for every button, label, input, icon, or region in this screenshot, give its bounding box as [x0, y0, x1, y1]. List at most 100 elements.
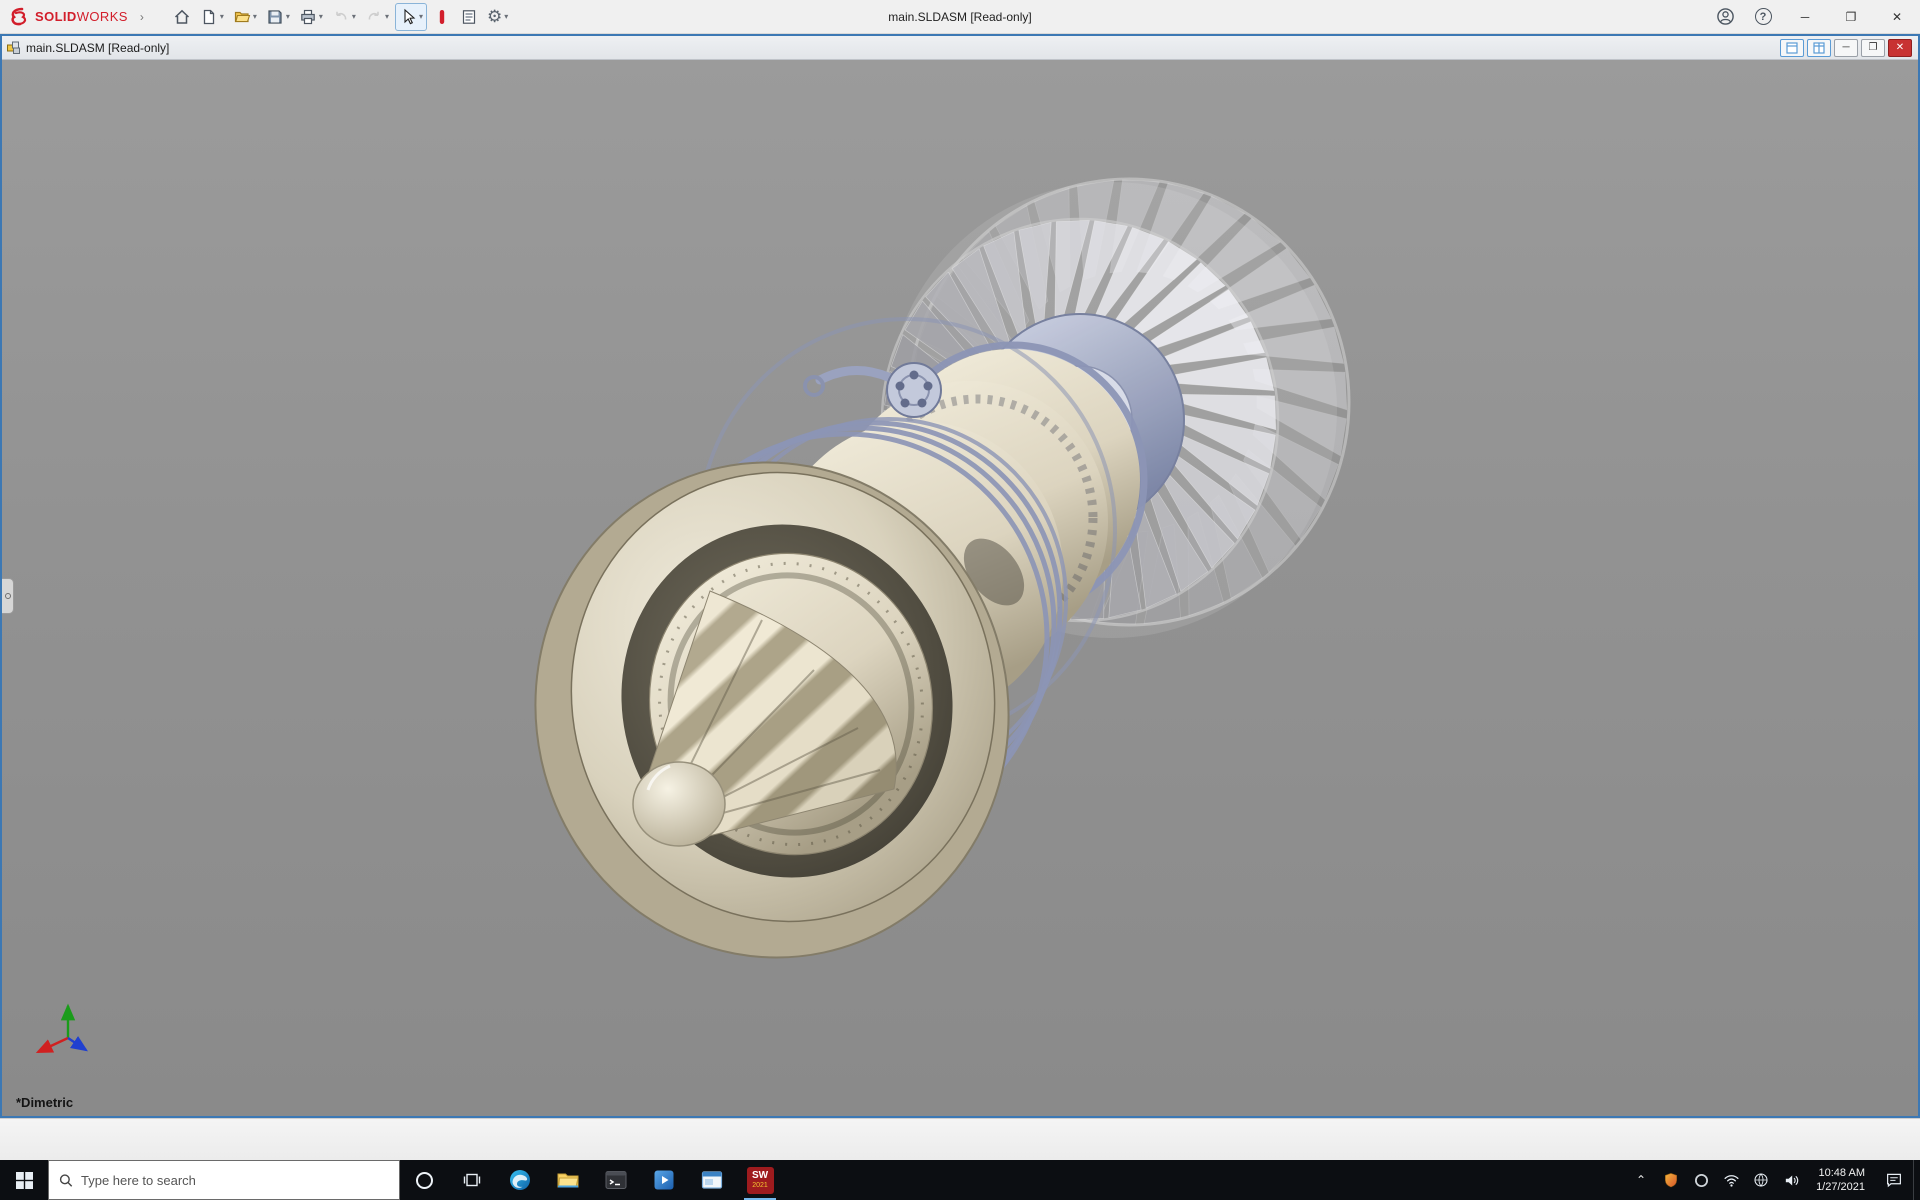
window-title: main.SLDASM [Read-only]	[888, 10, 1032, 24]
status-circle-icon	[1694, 1173, 1708, 1187]
save-button[interactable]: ▾	[263, 3, 293, 31]
featuremanager-collapsed-tab[interactable]	[2, 578, 14, 614]
action-center-button[interactable]	[1875, 1160, 1913, 1200]
windows-logo-icon	[15, 1171, 33, 1189]
undo-icon	[336, 11, 347, 20]
select-tool-button[interactable]: ▾	[394, 2, 427, 31]
cone-cap[interactable]	[632, 761, 726, 847]
featuremanager-tab-icon	[4, 593, 11, 599]
app-close-button[interactable]: ✕	[1874, 0, 1920, 33]
dropdown-caret-icon[interactable]: ▾	[504, 12, 508, 21]
clock-time: 10:48 AM	[1818, 1167, 1865, 1179]
edge-button[interactable]	[496, 1160, 544, 1200]
redo-button[interactable]: ▾	[362, 3, 392, 31]
tray-overflow-button[interactable]: ⌃	[1626, 1160, 1656, 1200]
home-button[interactable]	[170, 3, 194, 31]
window-layout-icon	[1786, 41, 1798, 54]
jet-engine-model[interactable]	[2, 60, 1918, 1116]
app-titlebar: SOLIDWORKS › ▾ ▾ ▾ ▾ ▾ ▾ ▾ ⚙ ▾ main.SLDA…	[0, 0, 1920, 34]
task-view-button[interactable]	[448, 1160, 496, 1200]
dropdown-caret-icon[interactable]: ▾	[319, 12, 323, 21]
doc-close-button[interactable]: ✕	[1888, 38, 1912, 57]
doc-restore-button[interactable]: ❐	[1861, 38, 1885, 57]
new-window-button[interactable]	[1780, 38, 1804, 57]
media-app-icon	[654, 1170, 674, 1190]
brand-solid: SOLID	[35, 9, 77, 24]
dropdown-caret-icon[interactable]: ▾	[352, 12, 356, 21]
volume-tray-button[interactable]	[1776, 1160, 1806, 1200]
select-cursor-icon	[404, 8, 416, 24]
help-glyph: ?	[1759, 10, 1767, 23]
start-button[interactable]	[0, 1160, 48, 1200]
app-restore-button[interactable]: ❐	[1828, 0, 1874, 33]
solidworks-app-icon: SW 2021	[746, 1166, 774, 1194]
solidworks-taskbar-button[interactable]: SW 2021	[736, 1160, 784, 1200]
account-button[interactable]	[1706, 0, 1744, 33]
show-desktop-button[interactable]	[1913, 1160, 1920, 1200]
chevron-up-icon: ⌃	[1636, 1173, 1647, 1187]
help-button[interactable]: ?	[1744, 0, 1782, 33]
assembly-document-icon	[7, 41, 20, 54]
orientation-triad	[35, 1003, 88, 1054]
solidworks-icon-text: SW	[751, 1170, 769, 1181]
titlebar-right-controls: ? ─ ❐ ✕	[1706, 0, 1920, 33]
undo-button[interactable]: ▾	[329, 3, 359, 31]
print-icon	[301, 9, 315, 24]
status-bar	[0, 1118, 1920, 1160]
cortana-button[interactable]	[400, 1160, 448, 1200]
threedexperience-icon	[439, 9, 445, 24]
file-properties-button[interactable]	[457, 3, 481, 31]
save-icon	[268, 9, 282, 24]
dropdown-caret-icon[interactable]: ▾	[385, 12, 389, 21]
help-icon: ?	[1754, 8, 1772, 25]
app-window-icon	[701, 1171, 723, 1189]
task-view-icon	[463, 1173, 481, 1187]
view-orientation-label: *Dimetric	[16, 1095, 74, 1110]
dropdown-caret-icon[interactable]: ▾	[286, 12, 290, 21]
settings-app-button[interactable]	[688, 1160, 736, 1200]
solidworks-version-badge: 2021	[752, 1182, 768, 1189]
menu-expand-arrow-icon[interactable]: ›	[134, 10, 150, 24]
terminal-button[interactable]	[592, 1160, 640, 1200]
dropdown-caret-icon[interactable]: ▾	[253, 12, 257, 21]
windows-taskbar: SW 2021 ⌃	[0, 1160, 1920, 1200]
document-titlebar[interactable]: main.SLDASM [Read-only] ─ ❐ ✕	[2, 36, 1918, 60]
new-document-button[interactable]: ▾	[197, 3, 227, 31]
gear-icon: ⚙	[486, 7, 503, 26]
window-tile-icon	[1813, 41, 1825, 54]
brand-works: WORKS	[76, 9, 128, 24]
app-minimize-button[interactable]: ─	[1782, 0, 1828, 33]
quick-toolbar: ▾ ▾ ▾ ▾ ▾ ▾ ▾ ⚙ ▾	[170, 0, 511, 33]
search-icon	[59, 1173, 73, 1187]
doc-minimize-button[interactable]: ─	[1834, 38, 1858, 57]
system-tray: ⌃ 10:48 AM 1/27/2021	[1626, 1160, 1920, 1200]
wifi-icon	[1724, 1174, 1739, 1187]
threedexperience-button[interactable]	[430, 3, 454, 31]
dropdown-caret-icon[interactable]: ▾	[419, 12, 423, 21]
tile-window-button[interactable]	[1807, 38, 1831, 57]
edge-icon	[510, 1170, 530, 1190]
wifi-tray-button[interactable]	[1716, 1160, 1746, 1200]
home-icon	[174, 9, 189, 24]
options-button[interactable]: ⚙ ▾	[484, 3, 511, 31]
graphics-viewport[interactable]: *Dimetric	[2, 60, 1918, 1116]
media-app-button[interactable]	[640, 1160, 688, 1200]
taskbar-clock[interactable]: 10:48 AM 1/27/2021	[1806, 1160, 1875, 1200]
file-explorer-icon	[557, 1173, 579, 1188]
taskbar-search[interactable]	[48, 1160, 400, 1200]
document-window-controls: ─ ❐ ✕	[1780, 38, 1914, 57]
brand-wordmark: SOLIDWORKS	[35, 9, 128, 24]
security-tray-button[interactable]	[1656, 1160, 1686, 1200]
file-explorer-button[interactable]	[544, 1160, 592, 1200]
triad-z-axis	[67, 1036, 88, 1052]
dropdown-caret-icon[interactable]: ▾	[220, 12, 224, 21]
onedrive-tray-button[interactable]	[1686, 1160, 1716, 1200]
print-button[interactable]: ▾	[296, 3, 326, 31]
solidworks-brand: SOLIDWORKS	[8, 7, 134, 27]
new-document-icon	[203, 9, 215, 24]
open-button[interactable]: ▾	[230, 3, 260, 31]
clock-date: 1/27/2021	[1816, 1181, 1865, 1193]
network-tray-button[interactable]	[1746, 1160, 1776, 1200]
document-title: main.SLDASM [Read-only]	[26, 40, 170, 55]
search-input[interactable]	[81, 1172, 389, 1188]
